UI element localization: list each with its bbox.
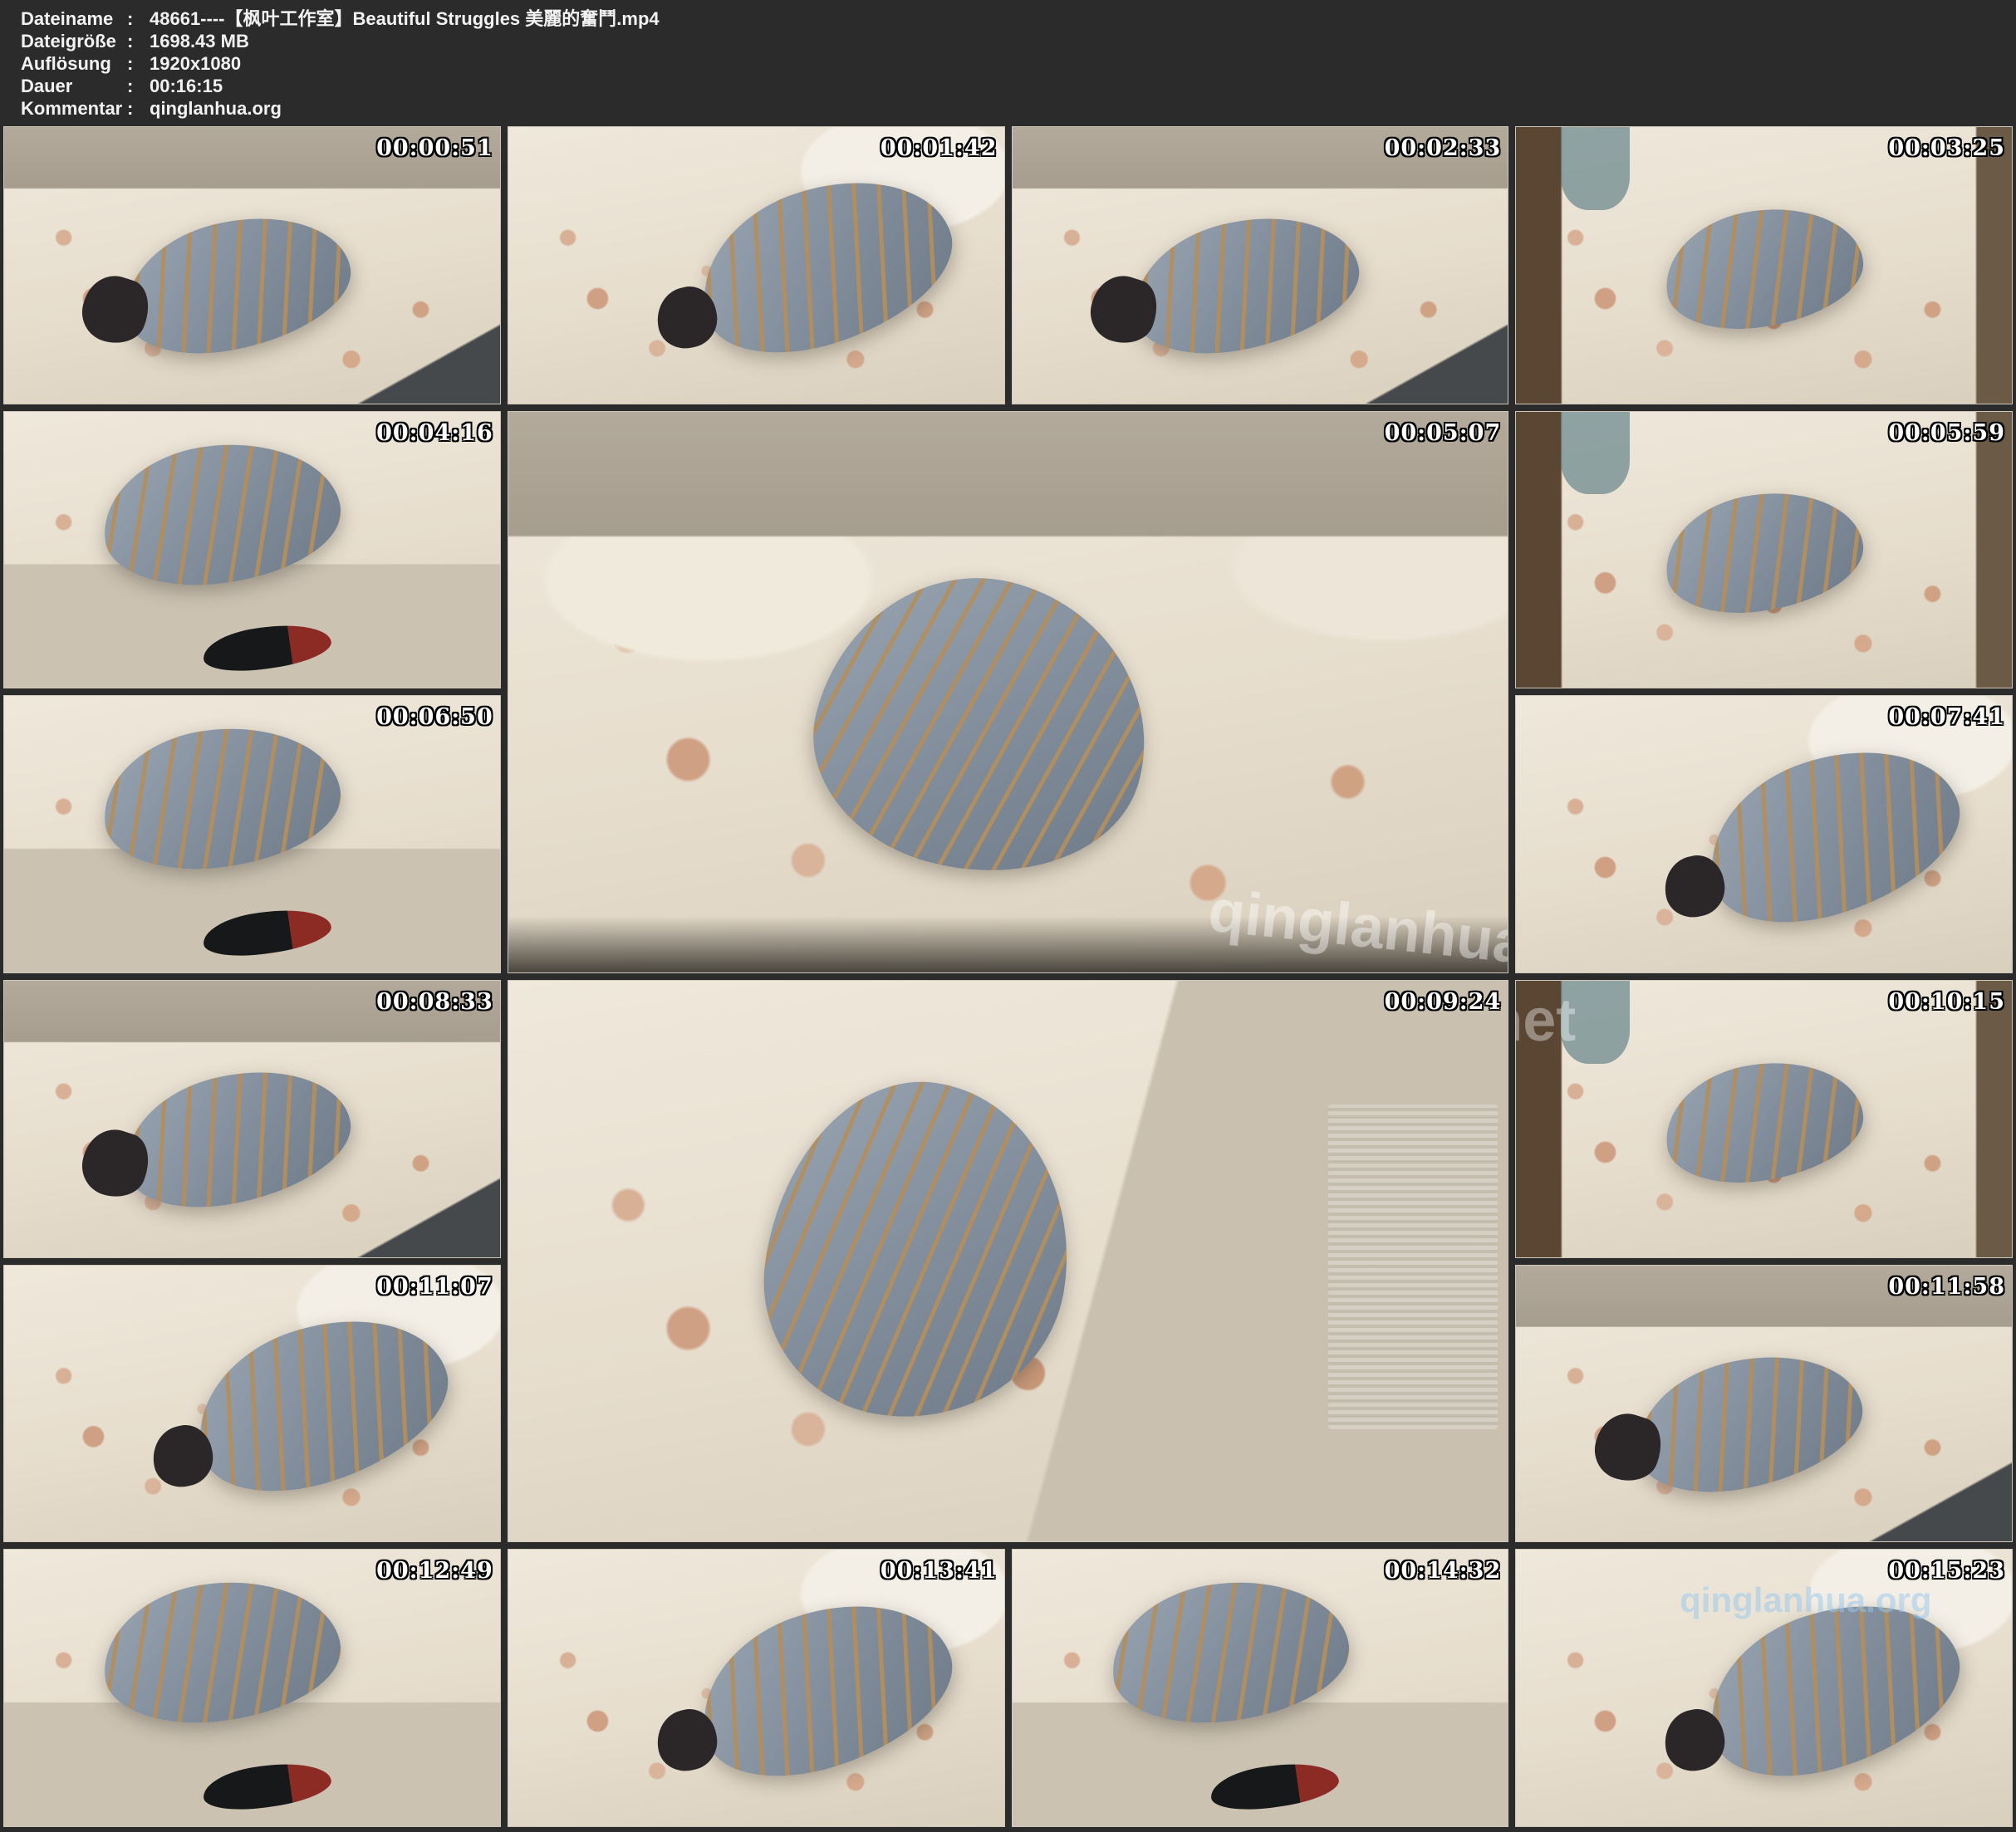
timestamp-overlay: 00:11:07: [376, 1274, 493, 1300]
timestamp-overlay: 00:13:41: [880, 1558, 998, 1584]
video-thumbnail: 00:11:07: [3, 1265, 501, 1543]
field-separator: :: [127, 7, 150, 30]
timestamp-overlay: 00:01:42: [880, 135, 998, 161]
timestamp-overlay: 00:06:50: [376, 704, 493, 730]
timestamp-overlay: 00:05:07: [1385, 420, 1502, 446]
timestamp-overlay: 00:14:32: [1385, 1558, 1502, 1584]
field-separator: :: [127, 30, 150, 52]
video-thumbnail: qinglanhua.net 00:10:15: [1515, 980, 2013, 1258]
field-label: Dauer: [21, 75, 127, 97]
timestamp-overlay: 00:05:59: [1888, 420, 2005, 446]
filesize-value: 1698.43 MB: [150, 30, 249, 52]
field-label: Kommentar: [21, 97, 127, 120]
video-thumbnail: 00:02:33: [1012, 126, 1509, 404]
thumbnail-image: [4, 1266, 500, 1542]
video-thumbnail: 00:11:58: [1515, 1265, 2013, 1543]
video-thumbnail: 00:03:25: [1515, 126, 2013, 404]
video-thumbnail: 00:06:50: [3, 695, 501, 973]
timestamp-overlay: 00:09:24: [1385, 989, 1502, 1015]
file-info-header: Dateiname : 48661----【枫叶工作室】Beautiful St…: [0, 0, 2016, 126]
thumbnail-image: [508, 981, 1508, 1541]
field-label: Dateiname: [21, 7, 127, 30]
timestamp-overlay: 00:12:49: [376, 1558, 493, 1584]
video-thumbnail: 00:13:41: [508, 1549, 1005, 1827]
field-label: Auflösung: [21, 52, 127, 75]
comment-value: qinglanhua.org: [150, 97, 282, 120]
thumbnail-image: [4, 412, 500, 688]
thumbnail-image: [1013, 1550, 1508, 1826]
thumbnail-image: [508, 412, 1508, 972]
resolution-value: 1920x1080: [150, 52, 241, 75]
thumbnail-image: [1516, 412, 2012, 688]
thumbnail-image: [4, 981, 500, 1257]
duration-value: 00:16:15: [150, 75, 223, 97]
thumbnail-image: [1516, 1266, 2012, 1542]
thumbnail-image: [1516, 981, 2012, 1257]
thumbnail-image: [508, 1550, 1004, 1826]
timestamp-overlay: 00:08:33: [376, 989, 493, 1015]
video-thumbnail: 00:04:16: [3, 411, 501, 689]
timestamp-overlay: 00:10:15: [1888, 989, 2005, 1015]
video-thumbnail: 00:12:49: [3, 1549, 501, 1827]
timestamp-overlay: 00:11:58: [1888, 1274, 2005, 1300]
field-separator: :: [127, 97, 150, 120]
thumbnail-image: [1516, 127, 2012, 404]
thumbnail-image: [1516, 696, 2012, 972]
file-info-row: Dateiname : 48661----【枫叶工作室】Beautiful St…: [21, 7, 2016, 30]
thumbnail-image: [1013, 127, 1508, 404]
thumbnail-grid: 00:00:51 00:01:42 00:02:33 00:03:25 00:0…: [3, 126, 2013, 1827]
thumbnail-image: [508, 127, 1004, 404]
video-thumbnail-large: 00:09:24: [508, 980, 1509, 1542]
thumbnail-image: [4, 127, 500, 404]
timestamp-overlay: 00:03:25: [1888, 135, 2005, 161]
video-thumbnail: 00:07:41: [1515, 695, 2013, 973]
field-label: Dateigröße: [21, 30, 127, 52]
file-info-row: Auflösung : 1920x1080: [21, 52, 2016, 75]
thumbnail-image: [1516, 1550, 2012, 1826]
video-thumbnail: 00:14:32: [1012, 1549, 1509, 1827]
thumbnail-image: [4, 1550, 500, 1826]
timestamp-overlay: 00:02:33: [1385, 135, 1502, 161]
file-info-row: Dateigröße : 1698.43 MB: [21, 30, 2016, 52]
field-separator: :: [127, 52, 150, 75]
filename-value: 48661----【枫叶工作室】Beautiful Struggles 美麗的奮…: [150, 7, 660, 30]
thumbnail-image: [4, 696, 500, 972]
timestamp-overlay: 00:04:16: [376, 420, 493, 446]
timestamp-overlay: 00:00:51: [376, 135, 493, 161]
video-thumbnail: 00:08:33: [3, 980, 501, 1258]
file-info-row: Kommentar : qinglanhua.org: [21, 97, 2016, 120]
file-info-row: Dauer : 00:16:15: [21, 75, 2016, 97]
video-thumbnail-large: qinglanhua.net 00:05:07: [508, 411, 1509, 973]
contact-sheet-page: Dateiname : 48661----【枫叶工作室】Beautiful St…: [0, 0, 2016, 1832]
timestamp-overlay: 00:07:41: [1888, 704, 2005, 730]
video-thumbnail: 00:00:51: [3, 126, 501, 404]
field-separator: :: [127, 75, 150, 97]
video-thumbnail: 00:01:42: [508, 126, 1005, 404]
video-thumbnail: 00:05:59: [1515, 411, 2013, 689]
timestamp-overlay: 00:15:23: [1888, 1558, 2005, 1584]
video-thumbnail: qinglanhua.org 00:15:23: [1515, 1549, 2013, 1827]
